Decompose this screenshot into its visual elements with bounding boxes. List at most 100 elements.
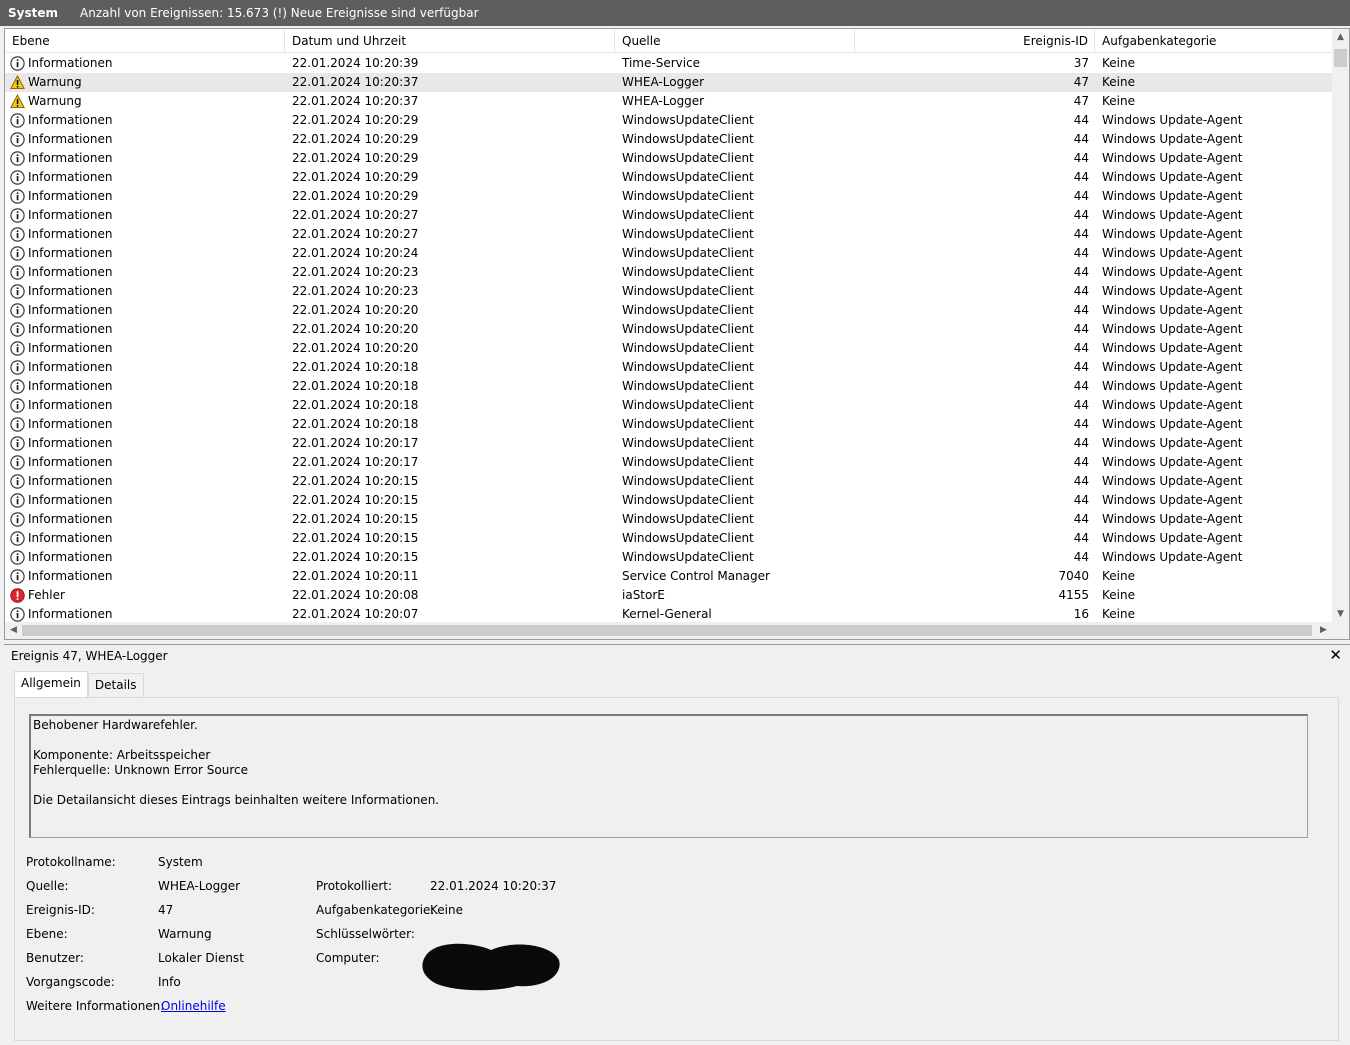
event-source: iaStorE (622, 588, 665, 602)
column-header-event-id[interactable]: Ereignis-ID (855, 29, 1095, 53)
event-row[interactable]: Informationen 22.01.2024 10:20:27 WindowsU… (5, 206, 1333, 225)
event-level-cell: Informationen (5, 567, 285, 586)
event-row[interactable]: Informationen 22.01.2024 10:20:11 Service … (5, 567, 1333, 586)
tab-general[interactable]: Allgemein (14, 671, 88, 697)
scroll-right-icon[interactable]: ▶ (1315, 622, 1332, 639)
scroll-left-icon[interactable]: ◀ (5, 622, 22, 639)
event-id: 44 (1073, 189, 1089, 203)
event-category: Windows Update-Agent (1102, 284, 1243, 298)
event-row[interactable]: Informationen 22.01.2024 10:20:29 WindowsU… (5, 130, 1333, 149)
event-category: Windows Update-Agent (1102, 208, 1243, 222)
event-level: Fehler (28, 588, 65, 602)
event-datetime: 22.01.2024 10:20:23 (292, 284, 419, 298)
event-row[interactable]: Informationen 22.01.2024 10:20:15 WindowsU… (5, 548, 1333, 567)
event-datetime: 22.01.2024 10:20:37 (292, 94, 419, 108)
event-id: 7040 (1058, 569, 1089, 583)
event-row[interactable]: Informationen 22.01.2024 10:20:23 WindowsU… (5, 263, 1333, 282)
description-line: Komponente: Arbeitsspeicher (33, 748, 211, 762)
column-header-task-category[interactable]: Aufgabenkategorie (1095, 29, 1333, 53)
event-level-cell: Informationen (5, 187, 285, 206)
event-row[interactable]: Informationen 22.01.2024 10:20:18 WindowsU… (5, 377, 1333, 396)
event-row[interactable]: Warnung 22.01.2024 10:20:37 WHEA-Logger 47 K… (5, 73, 1333, 92)
event-level: Informationen (28, 493, 113, 507)
event-category: Windows Update-Agent (1102, 360, 1243, 374)
event-row[interactable]: Informationen 22.01.2024 10:20:18 WindowsU… (5, 415, 1333, 434)
event-rows: Informationen 22.01.2024 10:20:39 Time-Ser… (5, 54, 1333, 623)
event-row[interactable]: Informationen 22.01.2024 10:20:20 WindowsU… (5, 301, 1333, 320)
event-row[interactable]: Informationen 22.01.2024 10:20:29 WindowsU… (5, 168, 1333, 187)
event-row[interactable]: Informationen 22.01.2024 10:20:39 Time-Ser… (5, 54, 1333, 73)
event-row[interactable]: Informationen 22.01.2024 10:20:27 WindowsU… (5, 225, 1333, 244)
event-level-cell: Informationen (5, 244, 285, 263)
vertical-scroll-thumb[interactable] (1334, 49, 1347, 67)
event-row[interactable]: Informationen 22.01.2024 10:20:15 WindowsU… (5, 510, 1333, 529)
event-id: 44 (1073, 322, 1089, 336)
event-level-cell: Informationen (5, 54, 285, 73)
event-row[interactable]: Warnung 22.01.2024 10:20:37 WHEA-Logger 47 K… (5, 92, 1333, 111)
info-icon (10, 417, 25, 432)
event-id: 44 (1073, 455, 1089, 469)
event-row[interactable]: Informationen 22.01.2024 10:20:18 WindowsU… (5, 358, 1333, 377)
event-row[interactable]: Informationen 22.01.2024 10:20:23 WindowsU… (5, 282, 1333, 301)
event-level-cell: Informationen (5, 339, 285, 358)
user-value: Lokaler Dienst (158, 951, 244, 965)
source-label: Quelle: (26, 879, 69, 893)
event-source: WindowsUpdateClient (622, 531, 754, 545)
event-datetime: 22.01.2024 10:20:27 (292, 208, 419, 222)
info-icon (10, 607, 25, 622)
event-row[interactable]: Informationen 22.01.2024 10:20:07 Kernel-G… (5, 605, 1333, 623)
column-header-source[interactable]: Quelle (615, 29, 855, 53)
event-datetime: 22.01.2024 10:20:29 (292, 132, 419, 146)
event-row[interactable]: Informationen 22.01.2024 10:20:17 WindowsU… (5, 453, 1333, 472)
event-row[interactable]: Informationen 22.01.2024 10:20:15 WindowsU… (5, 472, 1333, 491)
event-row[interactable]: Informationen 22.01.2024 10:20:15 WindowsU… (5, 529, 1333, 548)
event-level-cell: Informationen (5, 130, 285, 149)
column-header-datetime[interactable]: Datum und Uhrzeit (285, 29, 615, 53)
event-datetime: 22.01.2024 10:20:18 (292, 379, 419, 393)
event-datetime: 22.01.2024 10:20:07 (292, 607, 419, 621)
event-category: Keine (1102, 75, 1135, 89)
event-row[interactable]: Informationen 22.01.2024 10:20:20 WindowsU… (5, 339, 1333, 358)
scroll-down-icon[interactable]: ▼ (1332, 606, 1349, 623)
event-level-cell: Warnung (5, 73, 285, 92)
online-help-link[interactable]: Onlinehilfe (161, 999, 226, 1014)
opcode-value: Info (158, 975, 181, 989)
event-category: Windows Update-Agent (1102, 550, 1243, 564)
event-datetime: 22.01.2024 10:20:37 (292, 75, 419, 89)
event-datetime: 22.01.2024 10:20:17 (292, 436, 419, 450)
event-datetime: 22.01.2024 10:20:29 (292, 189, 419, 203)
event-level: Informationen (28, 189, 113, 203)
event-level: Informationen (28, 474, 113, 488)
event-row[interactable]: Informationen 22.01.2024 10:20:20 WindowsU… (5, 320, 1333, 339)
event-id: 44 (1073, 379, 1089, 393)
event-row[interactable]: Informationen 22.01.2024 10:20:29 WindowsU… (5, 149, 1333, 168)
scroll-up-icon[interactable]: ▲ (1332, 29, 1349, 46)
event-category: Windows Update-Agent (1102, 113, 1243, 127)
column-header-level[interactable]: Ebene (5, 29, 285, 53)
event-row[interactable]: Informationen 22.01.2024 10:20:24 WindowsU… (5, 244, 1333, 263)
event-row[interactable]: Informationen 22.01.2024 10:20:17 WindowsU… (5, 434, 1333, 453)
event-row[interactable]: Informationen 22.01.2024 10:20:29 WindowsU… (5, 111, 1333, 130)
event-level-cell: Informationen (5, 111, 285, 130)
event-row[interactable]: Informationen 22.01.2024 10:20:15 WindowsU… (5, 491, 1333, 510)
detail-tabs: Allgemein Details (14, 671, 144, 697)
event-datetime: 22.01.2024 10:20:17 (292, 455, 419, 469)
event-level-cell: Informationen (5, 415, 285, 434)
horizontal-scroll-thumb[interactable] (22, 625, 1312, 636)
event-row[interactable]: Informationen 22.01.2024 10:20:18 WindowsU… (5, 396, 1333, 415)
horizontal-scrollbar[interactable]: ◀ ▶ (5, 622, 1349, 639)
event-level-cell: Informationen (5, 149, 285, 168)
event-row[interactable]: Fehler 22.01.2024 10:20:08 iaStorE 4155 Kein… (5, 586, 1333, 605)
close-icon[interactable]: ✕ (1329, 646, 1342, 664)
event-level: Informationen (28, 132, 113, 146)
event-source: WindowsUpdateClient (622, 455, 754, 469)
tab-details[interactable]: Details (87, 673, 144, 697)
event-level: Informationen (28, 151, 113, 165)
info-icon (10, 322, 25, 337)
event-category: Windows Update-Agent (1102, 265, 1243, 279)
event-level-cell: Informationen (5, 396, 285, 415)
event-description[interactable]: Behobener Hardwarefehler. Komponente: Ar… (29, 714, 1308, 838)
event-datetime: 22.01.2024 10:20:15 (292, 512, 419, 526)
event-row[interactable]: Informationen 22.01.2024 10:20:29 WindowsU… (5, 187, 1333, 206)
vertical-scrollbar[interactable]: ▲ ▼ (1332, 29, 1349, 623)
